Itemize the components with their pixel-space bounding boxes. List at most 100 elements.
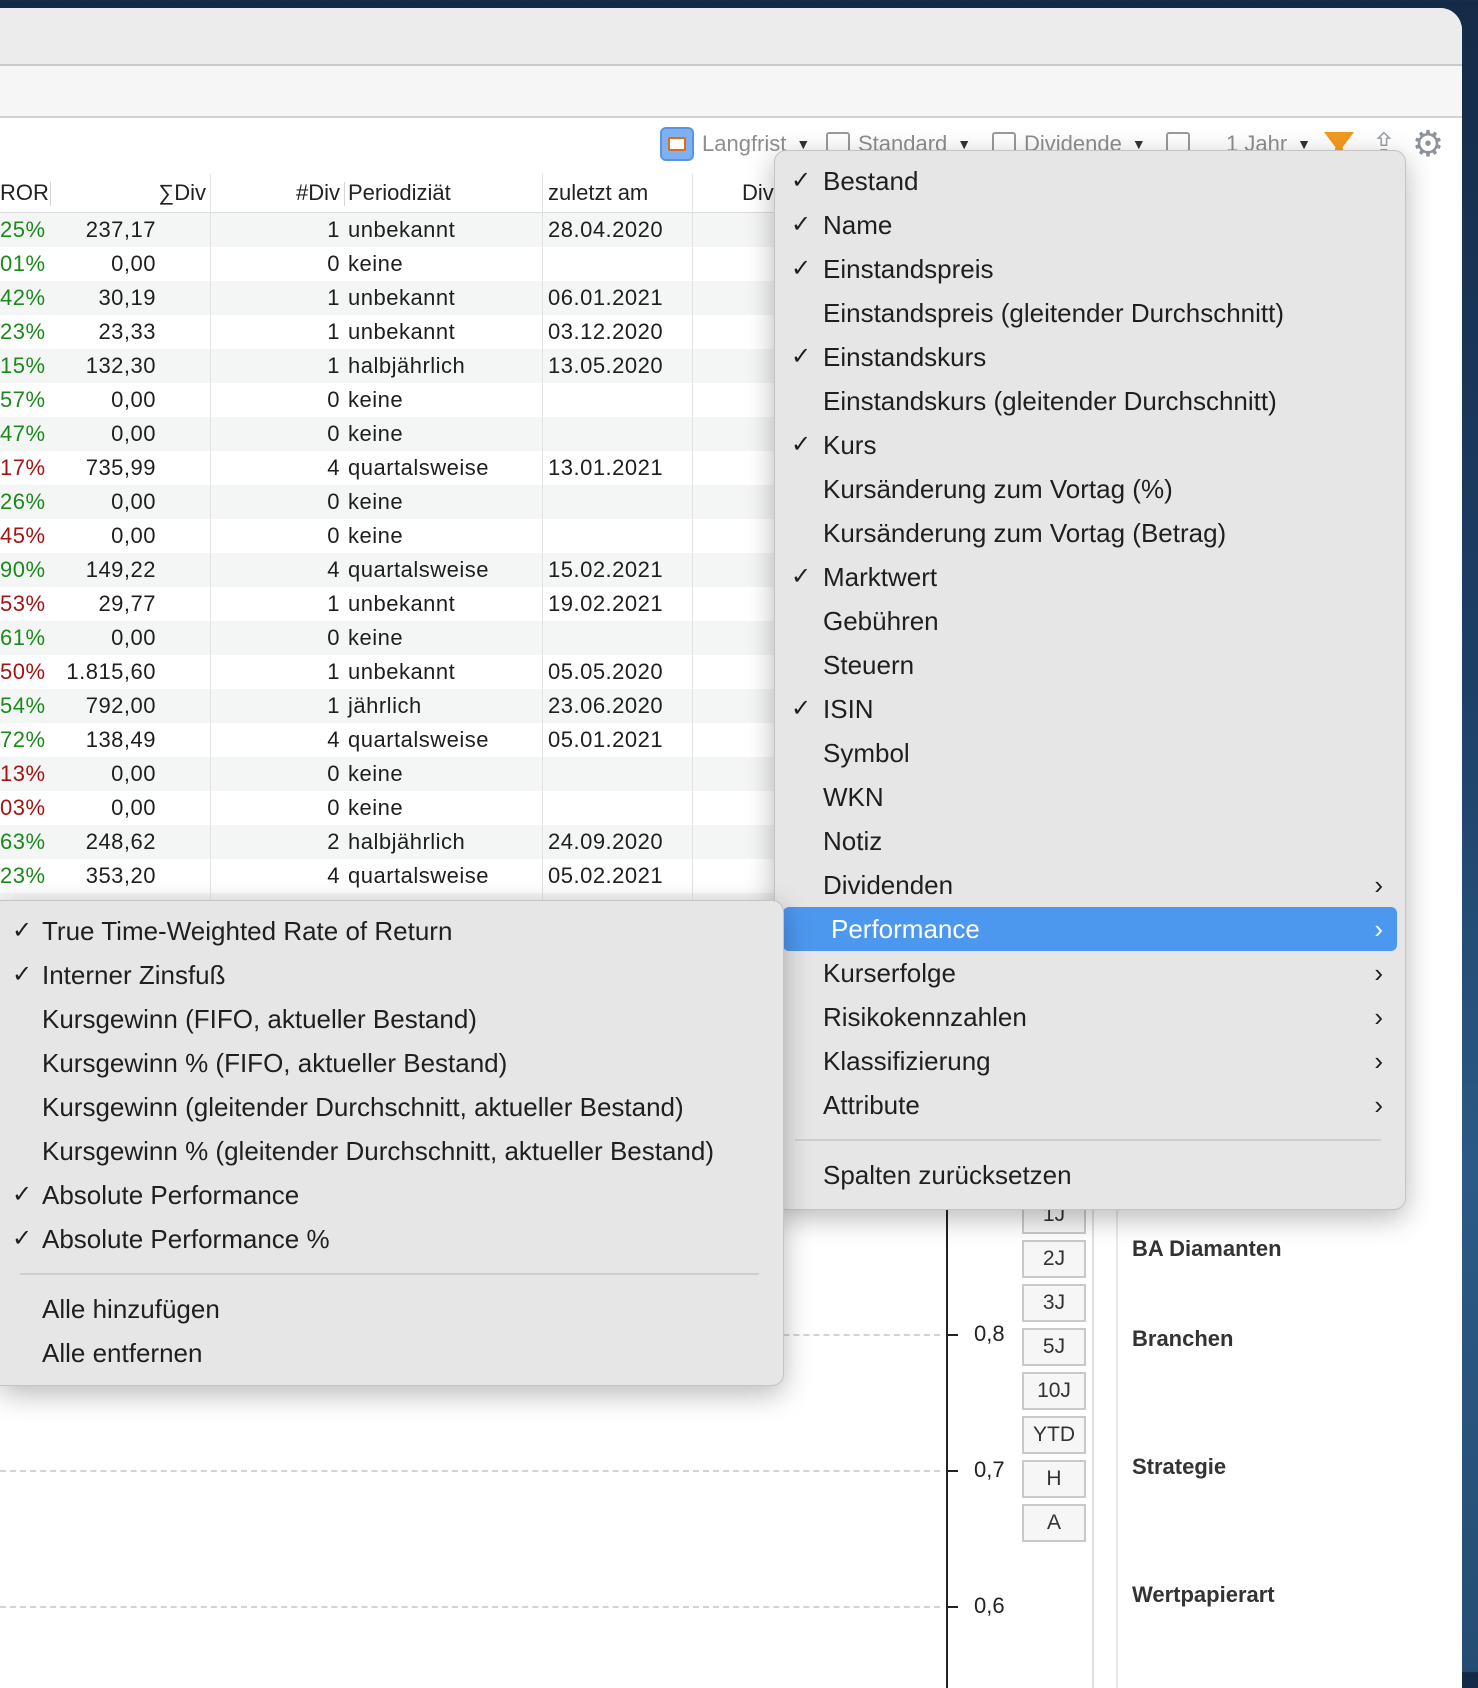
column-header-sum-div[interactable]: ∑Div [159, 180, 206, 206]
menu-item-kurs[interactable]: ✓ Kurs [775, 423, 1405, 467]
menu-item-label: Name [823, 210, 893, 240]
menu-item-interner-zinsfuß[interactable]: ✓ Interner Zinsfuß [0, 953, 783, 997]
menu-item-einstandskurs[interactable]: ✓ Einstandskurs [775, 335, 1405, 379]
menu-item-einstandspreis[interactable]: ✓ Einstandspreis [775, 247, 1405, 291]
menu-item-reset-columns[interactable]: Spalten zurücksetzen [775, 1153, 1405, 1197]
table-row[interactable]: 15% 132,30 1 halbjährlich 13.05.2020 [0, 349, 780, 383]
ror-cell: 61% [0, 625, 46, 650]
ror-cell: 47% [0, 421, 46, 446]
menu-item-bestand[interactable]: ✓ Bestand [775, 159, 1405, 203]
performance-submenu-items: ✓ True Time-Weighted Rate of Return ✓ Inter… [0, 909, 783, 1261]
period-button-10j[interactable]: 10J [1022, 1372, 1086, 1410]
menu-item-absolute-performance[interactable]: ✓ Absolute Performance [0, 1173, 783, 1217]
table-row[interactable]: 23% 23,33 1 unbekannt 03.12.2020 [0, 315, 780, 349]
table-row[interactable]: 42% 30,19 1 unbekannt 06.01.2021 [0, 281, 780, 315]
gear-icon[interactable]: ⚙ [1410, 126, 1446, 162]
menu-item-kursgewinn-gleitender-durchschnitt-aktueller-bestand[interactable]: Kursgewinn (gleitender Durchschnitt, akt… [0, 1085, 783, 1129]
menu-item-wkn[interactable]: WKN [775, 775, 1405, 819]
table-row[interactable]: 23% 353,20 4 quartalsweise 05.02.2021 [0, 859, 780, 893]
table-row[interactable]: 63% 248,62 2 halbjährlich 24.09.2020 [0, 825, 780, 859]
menu-item-steuern[interactable]: Steuern [775, 643, 1405, 687]
table-row[interactable]: 61% 0,00 0 keine [0, 621, 780, 655]
menu-item-kurserfolge[interactable]: Kurserfolge › [775, 951, 1405, 995]
table-row[interactable]: 57% 0,00 0 keine [0, 383, 780, 417]
chevron-right-icon: › [1374, 914, 1383, 944]
ror-cell: 01% [0, 251, 46, 276]
period-button-h[interactable]: H [1022, 1460, 1086, 1498]
sum-div-cell: 0,00 [111, 795, 156, 820]
chevron-right-icon: › [1374, 1090, 1383, 1120]
period-button-2j[interactable]: 2J [1022, 1240, 1086, 1278]
menu-item-dividenden[interactable]: Dividenden › [775, 863, 1405, 907]
table-row[interactable]: 26% 0,00 0 keine [0, 485, 780, 519]
menu-item-kursgewinn-fifo-aktueller-bestand[interactable]: Kursgewinn % (FIFO, aktueller Bestand) [0, 1041, 783, 1085]
table-row[interactable]: 13% 0,00 0 keine [0, 757, 780, 791]
menu-item-absolute-performance[interactable]: ✓ Absolute Performance % [0, 1217, 783, 1261]
menu-item-kursänderung-zum-vortag-betrag[interactable]: Kursänderung zum Vortag (Betrag) [775, 511, 1405, 555]
menu-item-true-time-weighted-rate-of-return[interactable]: ✓ True Time-Weighted Rate of Return [0, 909, 783, 953]
menu-item-kursänderung-zum-vortag[interactable]: Kursänderung zum Vortag (%) [775, 467, 1405, 511]
table-row[interactable]: 53% 29,77 1 unbekannt 19.02.2021 [0, 587, 780, 621]
period-button-a[interactable]: A [1022, 1504, 1086, 1542]
column-header-div[interactable]: Div [742, 180, 774, 206]
table-row[interactable]: 17% 735,99 4 quartalsweise 13.01.2021 [0, 451, 780, 485]
menu-item-isin[interactable]: ✓ ISIN [775, 687, 1405, 731]
sum-div-cell: 0,00 [111, 625, 156, 650]
menu-item-remove-all[interactable]: Alle entfernen [0, 1331, 783, 1375]
menu-item-label: Absolute Performance % [42, 1224, 330, 1254]
last-date-cell: 24.09.2020 [548, 829, 664, 854]
chevron-right-icon: › [1374, 1002, 1383, 1032]
table-row[interactable]: 03% 0,00 0 keine [0, 791, 780, 825]
menu-item-add-all[interactable]: Alle hinzufügen [0, 1287, 783, 1331]
num-div-cell: 1 [327, 217, 340, 242]
table-row[interactable]: 72% 138,49 4 quartalsweise 05.01.2021 [0, 723, 780, 757]
menu-item-klassifizierung[interactable]: Klassifizierung › [775, 1039, 1405, 1083]
periodicity-cell: quartalsweise [348, 557, 490, 582]
menu-item-einstandspreis-gleitender-durchschnitt[interactable]: Einstandspreis (gleitender Durchschnitt) [775, 291, 1405, 335]
menu-item-symbol[interactable]: Symbol [775, 731, 1405, 775]
menu-item-label: Marktwert [823, 562, 938, 592]
period-button-ytd[interactable]: YTD [1022, 1416, 1086, 1454]
classification-label: BA Diamanten [1132, 1236, 1282, 1261]
period-button-5j[interactable]: 5J [1022, 1328, 1086, 1366]
menu-item-marktwert[interactable]: ✓ Marktwert [775, 555, 1405, 599]
menu-item-performance[interactable]: Performance › [783, 907, 1397, 951]
table-row[interactable]: 25% 237,17 1 unbekannt 28.04.2020 [0, 213, 780, 247]
panel-divider[interactable] [1116, 1188, 1118, 1688]
y-tick [948, 1606, 958, 1608]
column-header-ror[interactable]: ROR [0, 180, 49, 206]
menu-item-kursgewinn-gleitender-durchschnitt-aktueller-bestand[interactable]: Kursgewinn % (gleitender Durchschnitt, a… [0, 1129, 783, 1173]
column-header-num-div[interactable]: #Div [296, 180, 340, 206]
column-menu-items: ✓ Bestand ✓ Name ✓ Einstandspreis Einstandspre… [775, 159, 1405, 1127]
period-button-3j[interactable]: 3J [1022, 1284, 1086, 1322]
menu-item-notiz[interactable]: Notiz [775, 819, 1405, 863]
last-date-cell: 05.05.2020 [548, 659, 664, 684]
menu-item-attribute[interactable]: Attribute › [775, 1083, 1405, 1127]
menu-item-label: Steuern [823, 650, 915, 680]
table-row[interactable]: 01% 0,00 0 keine [0, 247, 780, 281]
sum-div-cell: 132,30 [85, 353, 156, 378]
menu-item-label: Spalten zurücksetzen [823, 1160, 1072, 1190]
table-row[interactable]: 90% 149,22 4 quartalsweise 15.02.2021 [0, 553, 780, 587]
menu-item-label: Interner Zinsfuß [42, 960, 226, 990]
periodicity-cell: keine [348, 761, 404, 786]
menu-item-risikokennzahlen[interactable]: Risikokennzahlen › [775, 995, 1405, 1039]
periodicity-cell: unbekannt [348, 217, 456, 242]
column-header-periodicity[interactable]: Periodiziät [348, 180, 451, 206]
table-row[interactable]: 47% 0,00 0 keine [0, 417, 780, 451]
table-row[interactable]: 45% 0,00 0 keine [0, 519, 780, 553]
column-separator [344, 182, 345, 206]
menu-item-kursgewinn-fifo-aktueller-bestand[interactable]: Kursgewinn (FIFO, aktueller Bestand) [0, 997, 783, 1041]
column-header-last-date[interactable]: zuletzt am [548, 180, 648, 206]
menu-item-einstandskurs-gleitender-durchschnitt[interactable]: Einstandskurs (gleitender Durchschnitt) [775, 379, 1405, 423]
menu-item-label: Performance [831, 914, 980, 944]
sum-div-cell: 0,00 [111, 489, 156, 514]
sum-div-cell: 23,33 [98, 319, 156, 344]
menu-item-name[interactable]: ✓ Name [775, 203, 1405, 247]
menu-item-gebühren[interactable]: Gebühren [775, 599, 1405, 643]
table-row[interactable]: 54% 792,00 1 jährlich 23.06.2020 [0, 689, 780, 723]
title-bar [0, 8, 1462, 66]
table-row[interactable]: 50% 1.815,60 1 unbekannt 05.05.2020 [0, 655, 780, 689]
y-tick-label: 0,8 [974, 1321, 1005, 1346]
menu-item-label: Risikokennzahlen [823, 1002, 1027, 1032]
